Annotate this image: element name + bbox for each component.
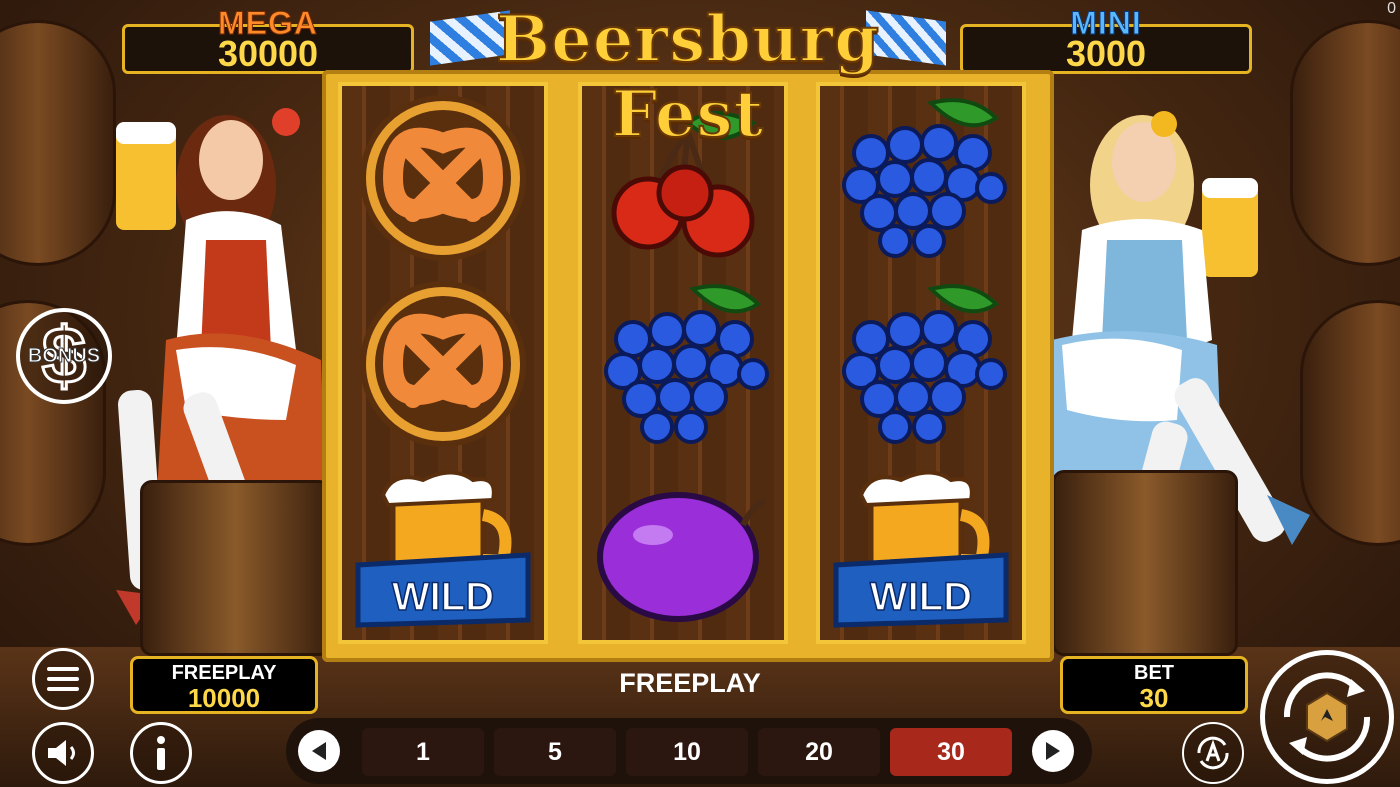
arrow-left-icon xyxy=(312,742,326,760)
jackpot-mini-value: 3000 xyxy=(1065,33,1147,74)
balance-value: 10000 xyxy=(187,683,261,713)
symbol-wild-beer: WILD xyxy=(820,458,1022,642)
bonus-button[interactable]: $ BONUS xyxy=(16,308,112,404)
symbol-plum xyxy=(582,458,784,642)
bet-option[interactable]: 10 xyxy=(626,728,748,776)
symbol-pretzel xyxy=(342,272,544,456)
spin-button[interactable] xyxy=(1260,650,1394,784)
game-logo: Beersburg Fest xyxy=(430,0,946,153)
barrel-seat-left xyxy=(140,480,331,656)
bet-box: BET 30 xyxy=(1060,656,1248,714)
info-icon xyxy=(157,736,165,770)
bet-option[interactable]: 20 xyxy=(758,728,880,776)
jackpot-mega: MEGA 30000 xyxy=(122,5,414,74)
bet-prev-button[interactable] xyxy=(298,730,340,772)
balance-label: FREEPLAY xyxy=(171,662,277,684)
speaker-icon xyxy=(48,740,75,766)
bet-value: 30 xyxy=(1139,683,1169,713)
symbol-wild-beer: WILD xyxy=(342,458,544,642)
autoplay-button[interactable] xyxy=(1182,722,1244,784)
arrow-right-icon xyxy=(1046,742,1060,760)
balance-box: FREEPLAY 10000 xyxy=(130,656,318,714)
mode-text: FREEPLAY xyxy=(619,668,761,698)
bet-option[interactable]: 1 xyxy=(362,728,484,776)
autoplay-icon xyxy=(1197,736,1229,770)
bet-option[interactable]: 30 xyxy=(890,728,1012,776)
menu-button[interactable] xyxy=(32,648,94,710)
wild-label: WILD xyxy=(392,575,494,619)
barrel-seat-right xyxy=(1052,470,1238,656)
game-title: Beersburg Fest xyxy=(495,1,881,153)
info-button[interactable] xyxy=(130,722,192,784)
hamburger-icon xyxy=(47,667,79,691)
sound-button[interactable] xyxy=(32,722,94,784)
spin-icon xyxy=(1283,672,1371,762)
symbol-grapes xyxy=(582,272,784,456)
bet-option[interactable]: 5 xyxy=(494,728,616,776)
bet-next-button[interactable] xyxy=(1032,730,1074,772)
symbol-grapes xyxy=(820,272,1022,456)
bet-label: BET xyxy=(1134,662,1174,684)
bonus-label: BONUS xyxy=(27,344,101,367)
jackpot-mini: MINI 3000 xyxy=(960,5,1252,74)
wild-label: WILD xyxy=(870,575,972,619)
corner-counter: 0 xyxy=(1387,0,1396,17)
bet-selector: 1 5 10 20 30 xyxy=(286,718,1092,784)
jackpot-mega-value: 30000 xyxy=(217,33,319,74)
